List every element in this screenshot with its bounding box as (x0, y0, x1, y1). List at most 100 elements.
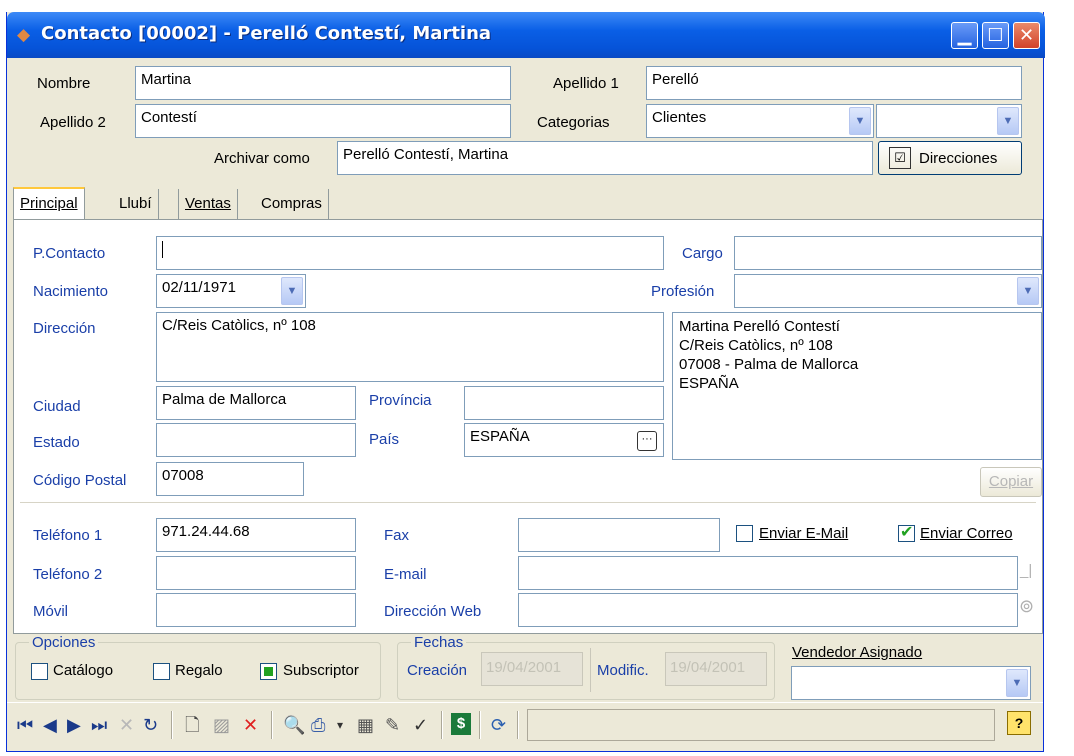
ciudad-input[interactable]: Palma de Mallorca (156, 386, 356, 420)
section-divider (20, 502, 1036, 503)
title-bar[interactable]: ◆ Contacto [00002] - Perelló Contestí, M… (7, 12, 1045, 58)
nacimiento-select[interactable]: 02/11/1971 ▼ (156, 274, 306, 308)
first-record-icon[interactable]: ⏮ (17, 713, 33, 737)
minimize-button[interactable]: ▁ (951, 22, 978, 49)
nacimiento-value: 02/11/1971 (162, 279, 236, 296)
ciudad-label: Ciudad (33, 398, 81, 415)
modific-field: 19/04/2001 (665, 652, 767, 686)
fax-input[interactable] (518, 518, 720, 552)
money-icon[interactable]: $ (451, 713, 471, 735)
app-icon: ◆ (17, 25, 31, 44)
user-check-icon[interactable]: ✓ (413, 713, 428, 737)
provincia-input[interactable] (464, 386, 664, 420)
copiar-button-label: Copiar (988, 473, 1034, 490)
pcontacto-input[interactable]: ​ (156, 236, 664, 270)
maximize-icon: ☐ (987, 25, 1004, 45)
direccion-textarea[interactable]: C/Reis Catòlics, nº 108 (156, 312, 664, 382)
regalo-label[interactable]: Regalo (175, 662, 223, 679)
archivar-label: Archivar como (214, 150, 310, 167)
ellipsis-icon[interactable]: ··· (637, 431, 657, 451)
tab-llubi[interactable]: Llubí (113, 189, 159, 219)
delete-icon[interactable]: ✕ (243, 713, 258, 737)
sync-icon[interactable]: ⟳ (491, 713, 506, 737)
codigo-postal-input[interactable]: 07008 (156, 462, 304, 496)
catalogo-label[interactable]: Catálogo (53, 662, 113, 679)
web-input[interactable] (518, 593, 1018, 627)
archivar-input[interactable]: Perelló Contestí, Martina (337, 141, 873, 175)
fechas-divider (590, 648, 591, 692)
fax-label: Fax (384, 527, 410, 544)
enviar-correo-checkbox[interactable]: ✔ (898, 524, 915, 542)
fechas-title: Fechas (411, 634, 467, 651)
subscriptor-checkbox[interactable] (260, 663, 277, 680)
checklist-icon: ☑ (889, 147, 911, 169)
categorias-label: Categorias (537, 114, 610, 131)
chevron-down-icon[interactable]: ▼ (281, 277, 303, 305)
regalo-checkbox[interactable] (153, 663, 170, 680)
previous-record-icon[interactable]: ◀ (43, 713, 57, 737)
movil-input[interactable] (156, 593, 356, 627)
email-input[interactable] (518, 556, 1018, 590)
categoria2-select[interactable]: ▼ (876, 104, 1022, 138)
address-preview[interactable]: Martina Perelló Contestí C/Reis Catòlics… (672, 312, 1042, 460)
cargo-label: Cargo (682, 245, 723, 262)
notes-icon[interactable]: ✎ (385, 713, 400, 737)
chevron-down-icon[interactable]: ▼ (849, 107, 871, 135)
print-icon[interactable]: ⎙ (311, 713, 325, 737)
profesion-select[interactable]: ▼ (734, 274, 1042, 308)
address-preview-line: 07008 - Palma de Mallorca (679, 356, 859, 373)
provincia-label: Província (369, 392, 432, 409)
search-icon[interactable]: 🔍 (283, 713, 305, 737)
enviar-email-checkbox[interactable] (736, 525, 753, 542)
chevron-down-icon[interactable]: ▼ (1006, 669, 1028, 697)
last-record-icon[interactable]: ⏭ (91, 713, 107, 737)
refresh-icon[interactable]: ↻ (143, 713, 158, 737)
apellido2-input[interactable]: Contestí (135, 104, 511, 138)
pais-input[interactable]: ESPAÑA ··· (464, 423, 664, 457)
cancel-icon[interactable]: ✕ (119, 713, 134, 737)
pcontacto-label: P.Contacto (33, 245, 106, 262)
minimize-icon: ▁ (957, 25, 972, 45)
nombre-input[interactable]: Martina (135, 66, 511, 100)
chevron-down-icon[interactable]: ▼ (1017, 277, 1039, 305)
tab-page-principal: P.Contacto ​ Cargo Nacimiento 02/11/1971… (13, 219, 1043, 634)
apellido1-input[interactable]: Perelló (646, 66, 1022, 100)
tab-principal[interactable]: Principal (13, 187, 85, 219)
binoculars-icon[interactable]: ▦ (357, 713, 374, 737)
next-record-icon[interactable]: ▶ (67, 713, 81, 737)
help-icon[interactable]: ? (1007, 711, 1031, 735)
telefono2-input[interactable] (156, 556, 356, 590)
direcciones-button[interactable]: ☑ Direcciones (878, 141, 1022, 175)
mail-send-icon[interactable]: _| (1020, 562, 1032, 579)
pais-value: ESPAÑA (470, 428, 530, 445)
telefono1-input[interactable]: 971.24.44.68 (156, 518, 356, 552)
profesion-label: Profesión (651, 283, 715, 300)
new-document-icon[interactable]: 🗋 (185, 713, 199, 737)
copiar-button[interactable]: Copiar (980, 467, 1042, 497)
chevron-down-icon[interactable]: ▼ (997, 107, 1019, 135)
vendedor-select[interactable]: ▼ (791, 666, 1031, 700)
toolbar-separator (271, 711, 273, 739)
opciones-title: Opciones (29, 634, 99, 651)
subscriptor-label[interactable]: Subscriptor (283, 662, 359, 679)
estado-label: Estado (33, 434, 80, 451)
address-preview-line: Martina Perelló Contestí (679, 318, 840, 335)
tab-ventas[interactable]: Ventas (178, 189, 238, 219)
close-button[interactable]: ✕ (1013, 22, 1040, 49)
save-icon[interactable]: ▨ (213, 713, 230, 737)
tab-compras[interactable]: Compras (255, 189, 329, 219)
address-preview-line: ESPAÑA (679, 375, 739, 392)
address-preview-line: C/Reis Catòlics, nº 108 (679, 337, 833, 354)
browse-web-icon[interactable]: ⊚ (1019, 596, 1034, 617)
cargo-input[interactable] (734, 236, 1042, 270)
categoria1-select[interactable]: Clientes ▼ (646, 104, 874, 138)
creacion-label: Creación (407, 662, 468, 679)
window-title: Contacto [00002] - Perelló Contestí, Mar… (41, 23, 492, 44)
estado-input[interactable] (156, 423, 356, 457)
maximize-button[interactable]: ☐ (982, 22, 1009, 49)
enviar-correo-label[interactable]: Enviar Correo (920, 525, 1013, 542)
print-dropdown-icon[interactable]: ▾ (337, 713, 343, 737)
enviar-email-label[interactable]: Enviar E-Mail (759, 525, 848, 542)
web-label: Dirección Web (384, 603, 482, 620)
catalogo-checkbox[interactable] (31, 663, 48, 680)
